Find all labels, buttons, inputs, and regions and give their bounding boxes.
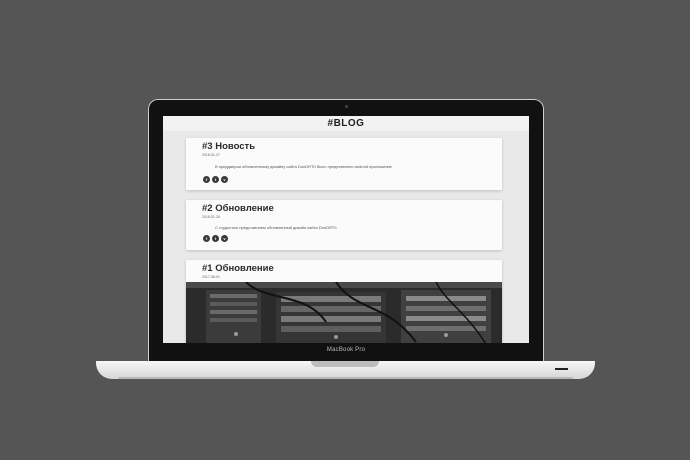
- vk-icon[interactable]: v: [221, 235, 228, 242]
- laptop-lid: #BLOG #3 Новость 2018-01-27 В преддверии…: [148, 99, 544, 363]
- vk-icon[interactable]: v: [221, 176, 228, 183]
- laptop-base: [96, 361, 595, 379]
- camera-icon: [345, 105, 348, 108]
- device-model-label: MacBook Pro: [326, 347, 366, 353]
- post-date: 2018-01-26: [202, 215, 220, 219]
- post-title[interactable]: #3 Новость: [202, 141, 255, 152]
- twitter-icon[interactable]: t: [212, 176, 219, 183]
- site-header: #BLOG: [163, 116, 529, 131]
- server-rack-illustration: [186, 282, 502, 343]
- post-card[interactable]: #3 Новость 2018-01-27 В преддверии обнов…: [186, 138, 502, 190]
- post-image[interactable]: [186, 282, 502, 343]
- facebook-icon[interactable]: f: [203, 176, 210, 183]
- post-card[interactable]: #1 Обновление 2017-08-01: [186, 260, 502, 343]
- share-row: f t v: [203, 235, 228, 242]
- post-card[interactable]: #2 Обновление 2018-01-26 С гордостью пре…: [186, 200, 502, 250]
- twitter-icon[interactable]: t: [212, 235, 219, 242]
- facebook-icon[interactable]: f: [203, 235, 210, 242]
- post-date: 2017-08-01: [202, 275, 220, 279]
- base-indicator: [555, 368, 568, 370]
- share-row: f t v: [203, 176, 228, 183]
- post-title[interactable]: #1 Обновление: [202, 263, 274, 274]
- site-logo[interactable]: #BLOG: [328, 118, 365, 129]
- post-date: 2018-01-27: [202, 153, 220, 157]
- post-title[interactable]: #2 Обновление: [202, 203, 274, 214]
- post-text: С гордостью представляем обновленный диз…: [215, 225, 337, 230]
- base-edge: [118, 377, 573, 379]
- screen: #BLOG #3 Новость 2018-01-27 В преддверии…: [163, 116, 529, 343]
- post-text: В преддверии обновленному дизайну сайта …: [215, 164, 392, 169]
- trackpad-notch: [311, 361, 379, 367]
